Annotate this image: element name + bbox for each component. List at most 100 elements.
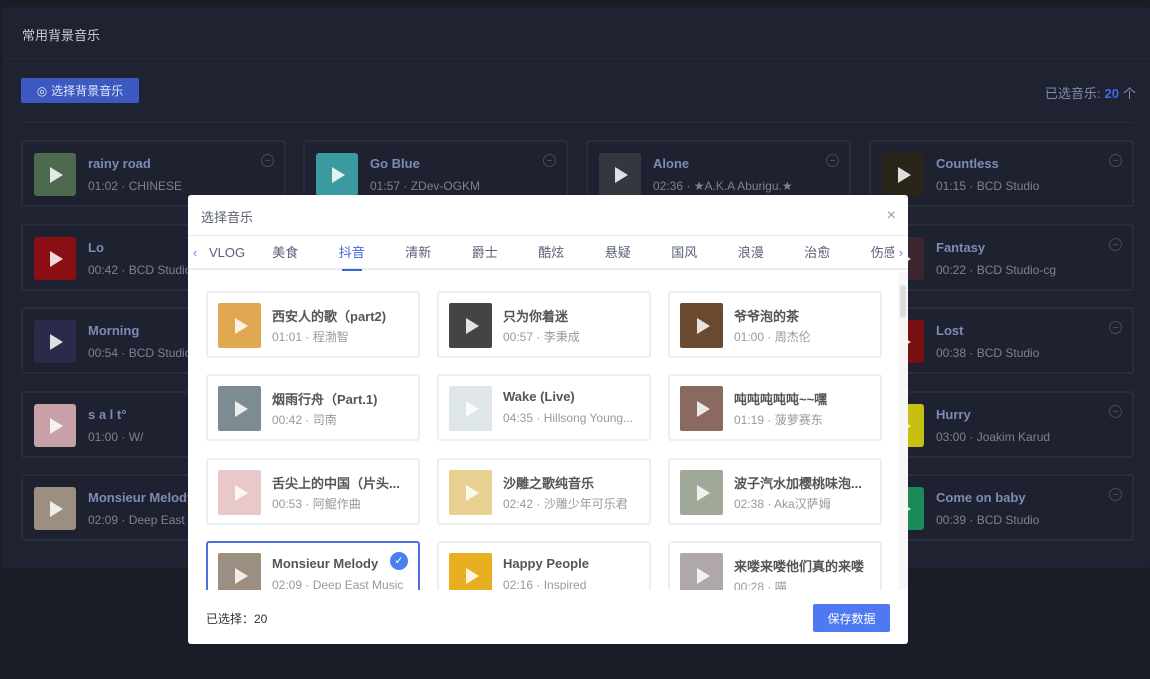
tab-5[interactable]: 酷炫 bbox=[518, 236, 585, 269]
track-name: rainy road bbox=[88, 156, 151, 171]
music-card[interactable]: 波子汽水加樱桃味泡... 02:38 · Aka汉萨姆 bbox=[668, 458, 882, 525]
check-icon: ✓ bbox=[390, 552, 408, 570]
music-card[interactable]: 只为你着迷 00:57 · 李秉成 bbox=[437, 291, 651, 358]
play-icon bbox=[332, 166, 345, 183]
album-thumbnail[interactable] bbox=[449, 553, 492, 590]
track-meta: 00:54 · BCD Studio bbox=[88, 346, 192, 360]
play-icon bbox=[234, 567, 248, 584]
music-card[interactable]: 舌尖上的中国（片头... 00:53 · 阿鲲作曲 bbox=[206, 458, 420, 525]
dialog-title: 选择音乐 bbox=[201, 210, 254, 225]
tab-4[interactable]: 爵士 bbox=[452, 236, 519, 269]
track-name: 舌尖上的中国（片头... bbox=[272, 476, 400, 491]
chevron-left-icon[interactable]: ‹ bbox=[188, 245, 202, 260]
music-card[interactable]: 西安人的歌（part2) 01:01 · 程渤智 bbox=[206, 291, 420, 358]
remove-icon[interactable] bbox=[543, 154, 556, 167]
background-track-card[interactable]: Countless 01:15 · BCD Studio bbox=[869, 140, 1134, 207]
album-thumbnail[interactable] bbox=[34, 487, 76, 530]
selected-count-footer: 已选择：20 bbox=[206, 612, 268, 626]
album-thumbnail[interactable] bbox=[449, 303, 492, 348]
album-thumbnail[interactable] bbox=[449, 386, 492, 431]
play-icon bbox=[50, 333, 63, 350]
album-thumbnail[interactable] bbox=[34, 237, 76, 280]
play-icon bbox=[696, 400, 710, 417]
play-icon bbox=[50, 166, 63, 183]
album-thumbnail[interactable] bbox=[599, 153, 641, 196]
track-meta: 01:01 · 程渤智 bbox=[272, 330, 349, 344]
track-meta: 00:57 · 李秉成 bbox=[503, 330, 580, 344]
play-icon bbox=[50, 417, 63, 434]
album-thumbnail[interactable] bbox=[680, 303, 723, 348]
scrollbar-track[interactable] bbox=[898, 272, 908, 590]
track-meta: 01:00 · 周杰伦 bbox=[734, 330, 811, 344]
tab-2[interactable]: 抖音 bbox=[319, 236, 386, 271]
remove-icon[interactable] bbox=[1109, 488, 1122, 501]
track-name: Monsieur Melody bbox=[272, 556, 379, 571]
music-card[interactable]: 沙雕之歌纯音乐 02:42 · 沙雕少年可乐君 bbox=[437, 458, 651, 525]
track-meta: 01:19 · 菠萝赛东 bbox=[734, 413, 823, 427]
music-card[interactable]: 吨吨吨吨吨~~嘿 01:19 · 菠萝赛东 bbox=[668, 374, 882, 441]
play-icon bbox=[465, 400, 479, 417]
music-card[interactable]: 爷爷泡的茶 01:00 · 周杰伦 bbox=[668, 291, 882, 358]
track-name: 沙雕之歌纯音乐 bbox=[503, 476, 595, 491]
music-card[interactable]: Monsieur Melody 02:09 · Deep East Music … bbox=[206, 541, 420, 590]
track-meta: 00:38 · BCD Studio bbox=[936, 346, 1040, 360]
tab-3[interactable]: 清新 bbox=[385, 236, 452, 269]
album-thumbnail[interactable] bbox=[34, 320, 76, 363]
track-meta: 00:42 · 司南 bbox=[272, 413, 337, 427]
close-icon[interactable]: × bbox=[887, 207, 896, 225]
play-icon bbox=[696, 484, 710, 501]
background-track-card[interactable]: Fantasy 00:22 · BCD Studio-cg bbox=[869, 224, 1134, 291]
track-name: 西安人的歌（part2) bbox=[272, 309, 387, 324]
track-meta: 01:02 · CHINESE bbox=[88, 179, 183, 193]
tab-8[interactable]: 浪漫 bbox=[718, 236, 785, 269]
album-thumbnail[interactable] bbox=[218, 470, 261, 515]
track-name: Hurry bbox=[936, 407, 971, 422]
music-card[interactable]: Happy People 02:16 · Inspired bbox=[437, 541, 651, 590]
remove-icon[interactable] bbox=[1109, 238, 1122, 251]
select-music-dialog: 选择音乐 × ‹ VLOG美食抖音清新爵士酷炫悬疑国风浪漫治愈伤感运› 西安人的… bbox=[188, 195, 908, 644]
album-thumbnail[interactable] bbox=[34, 153, 76, 196]
select-music-button[interactable]: ◎ 选择背景音乐 bbox=[21, 78, 139, 103]
divider bbox=[21, 122, 1133, 123]
track-meta: 01:15 · BCD Studio bbox=[936, 179, 1040, 193]
album-thumbnail[interactable] bbox=[449, 470, 492, 515]
tab-6[interactable]: 悬疑 bbox=[585, 236, 652, 269]
album-thumbnail[interactable] bbox=[680, 470, 723, 515]
album-thumbnail[interactable] bbox=[882, 153, 924, 196]
chevron-right-icon[interactable]: › bbox=[894, 244, 908, 260]
scrollbar-thumb[interactable] bbox=[900, 285, 906, 318]
track-meta: 00:53 · 阿鲲作曲 bbox=[272, 497, 361, 511]
album-thumbnail[interactable] bbox=[218, 386, 261, 431]
play-icon bbox=[465, 567, 479, 584]
save-button[interactable]: 保存数据 bbox=[813, 604, 890, 632]
track-name: Monsieur Melody bbox=[88, 490, 195, 505]
remove-icon[interactable] bbox=[1109, 321, 1122, 334]
album-thumbnail[interactable] bbox=[218, 553, 261, 590]
tab-1[interactable]: 美食 bbox=[252, 236, 319, 269]
album-thumbnail[interactable] bbox=[34, 404, 76, 447]
play-icon bbox=[465, 317, 479, 334]
music-list: 西安人的歌（part2) 01:01 · 程渤智 只为你着迷 00:57 · 李… bbox=[188, 272, 908, 590]
music-card[interactable]: Wake (Live) 04:35 · Hillsong Young... bbox=[437, 374, 651, 441]
track-name: 波子汽水加樱桃味泡... bbox=[734, 476, 862, 491]
track-meta: 01:00 · W/ bbox=[88, 430, 144, 444]
remove-icon[interactable] bbox=[1109, 154, 1122, 167]
tab-9[interactable]: 治愈 bbox=[784, 236, 851, 269]
album-thumbnail[interactable] bbox=[680, 553, 723, 590]
album-thumbnail[interactable] bbox=[316, 153, 358, 196]
remove-icon[interactable] bbox=[261, 154, 274, 167]
music-card[interactable]: 烟雨行舟（Part.1) 00:42 · 司南 bbox=[206, 374, 420, 441]
album-thumbnail[interactable] bbox=[680, 386, 723, 431]
track-name: Go Blue bbox=[370, 156, 420, 171]
remove-icon[interactable] bbox=[1109, 405, 1122, 418]
tab-0[interactable]: VLOG bbox=[202, 236, 252, 269]
background-track-card[interactable]: Lost 00:38 · BCD Studio bbox=[869, 307, 1134, 374]
background-track-card[interactable]: Hurry 03:00 · Joakim Karud bbox=[869, 391, 1134, 458]
music-card[interactable]: 来喽来喽他们真的来喽 00:28 · 喵 bbox=[668, 541, 882, 590]
track-meta: 04:35 · Hillsong Young... bbox=[503, 411, 634, 425]
album-thumbnail[interactable] bbox=[218, 303, 261, 348]
track-meta: 03:00 · Joakim Karud bbox=[936, 430, 1051, 444]
tab-7[interactable]: 国风 bbox=[651, 236, 718, 269]
background-track-card[interactable]: Come on baby 00:39 · BCD Studio bbox=[869, 474, 1134, 541]
remove-icon[interactable] bbox=[826, 154, 839, 167]
